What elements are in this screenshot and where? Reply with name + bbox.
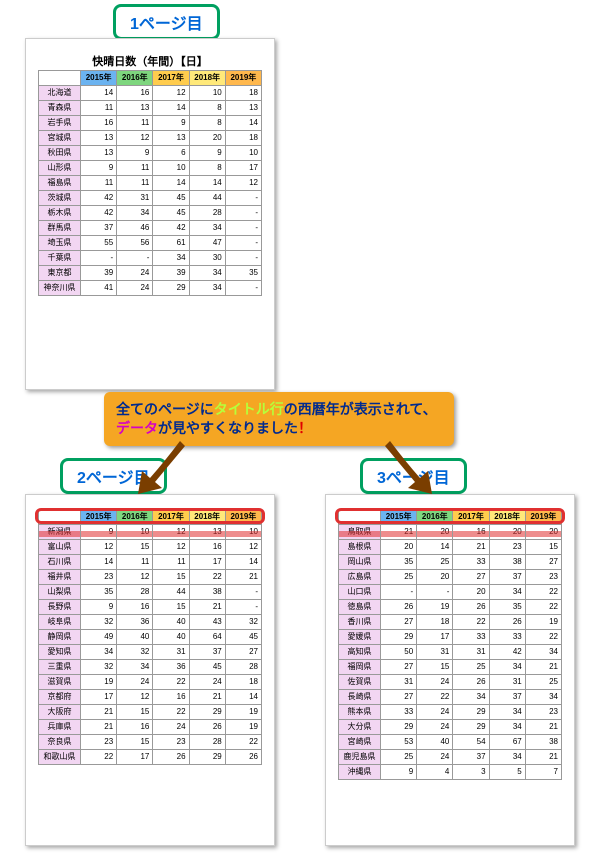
table-row: 栃木県42344528-: [39, 206, 262, 221]
table-row: 佐賀県3124263125: [339, 675, 562, 690]
table-row: 香川県2718222619: [339, 615, 562, 630]
table-row: 青森県111314813: [39, 101, 262, 116]
table-row: 静岡県4940406445: [39, 630, 262, 645]
table-row: 滋賀県1924222418: [39, 675, 262, 690]
table-row: 高知県5031314234: [339, 645, 562, 660]
table-row: 宮崎県5340546738: [339, 735, 562, 750]
table-row: 愛媛県2917333322: [339, 630, 562, 645]
table-row: 奈良県2315232822: [39, 735, 262, 750]
page-badge-3: 3ページ目: [360, 458, 467, 494]
table-row: 秋田県1396910: [39, 146, 262, 161]
table-row: 千葉県--3430-: [39, 251, 262, 266]
table-row: 東京都3924393435: [39, 266, 262, 281]
table-row: 山口県--203422: [339, 585, 562, 600]
table-row: 広島県2520273723: [339, 570, 562, 585]
page-badge-1: 1ページ目: [113, 4, 220, 40]
table-row: 岩手県16119814: [39, 116, 262, 131]
table-row: 徳島県2619263522: [339, 600, 562, 615]
table-row: 山梨県35284438-: [39, 585, 262, 600]
callout: 全てのページにタイトル行の西暦年が表示されて、 データが見やすくなりました！: [104, 392, 454, 446]
table-title: 快晴日数（年間）【日】: [38, 53, 262, 69]
table-row: 石川県1411111714: [39, 555, 262, 570]
table-row: 島根県2014212315: [339, 540, 562, 555]
table-row: 福岡県2715253421: [339, 660, 562, 675]
table-row: 和歌山県2217262926: [39, 750, 262, 765]
table-row: 沖縄県94357: [339, 765, 562, 780]
table-row: 熊本県3324293423: [339, 705, 562, 720]
table-row: 鹿児島県2524373421: [339, 750, 562, 765]
data-table-2: 2015年2016年2017年2018年2019年新潟県910121310富山県…: [38, 509, 262, 765]
page-1: 快晴日数（年間）【日】 2015年2016年2017年2018年2019年北海道…: [25, 38, 275, 390]
page-3: 2015年2016年2017年2018年2019年鳥取県2120162020島根…: [325, 494, 575, 846]
table-row: 山形県91110817: [39, 161, 262, 176]
data-table-1: 2015年2016年2017年2018年2019年北海道1416121018青森…: [38, 70, 262, 296]
table-row: 鳥取県2120162020: [339, 525, 562, 540]
table-row: 茨城県42314544-: [39, 191, 262, 206]
table-row: 京都府1712162114: [39, 690, 262, 705]
data-table-3: 2015年2016年2017年2018年2019年鳥取県2120162020島根…: [338, 509, 562, 780]
table-row: 福井県2312152221: [39, 570, 262, 585]
table-row: 北海道1416121018: [39, 86, 262, 101]
table-row: 福島県1111141412: [39, 176, 262, 191]
table-row: 愛知県3432313727: [39, 645, 262, 660]
table-row: 群馬県37464234-: [39, 221, 262, 236]
table-row: 兵庫県2116242619: [39, 720, 262, 735]
table-row: 神奈川県41242934-: [39, 281, 262, 296]
table-row: 大阪府2115222919: [39, 705, 262, 720]
table-row: 岐阜県3236404332: [39, 615, 262, 630]
table-row: 大分県2924293421: [339, 720, 562, 735]
table-row: 三重県3234364528: [39, 660, 262, 675]
table-row: 埼玉県55566147-: [39, 236, 262, 251]
table-row: 新潟県910121310: [39, 525, 262, 540]
page-badge-2: 2ページ目: [60, 458, 167, 494]
table-row: 宮城県1312132018: [39, 131, 262, 146]
table-row: 長野県9161521-: [39, 600, 262, 615]
table-row: 長崎県2722343734: [339, 690, 562, 705]
page-2: 2015年2016年2017年2018年2019年新潟県910121310富山県…: [25, 494, 275, 846]
table-row: 富山県1215121612: [39, 540, 262, 555]
table-row: 岡山県3525333827: [339, 555, 562, 570]
